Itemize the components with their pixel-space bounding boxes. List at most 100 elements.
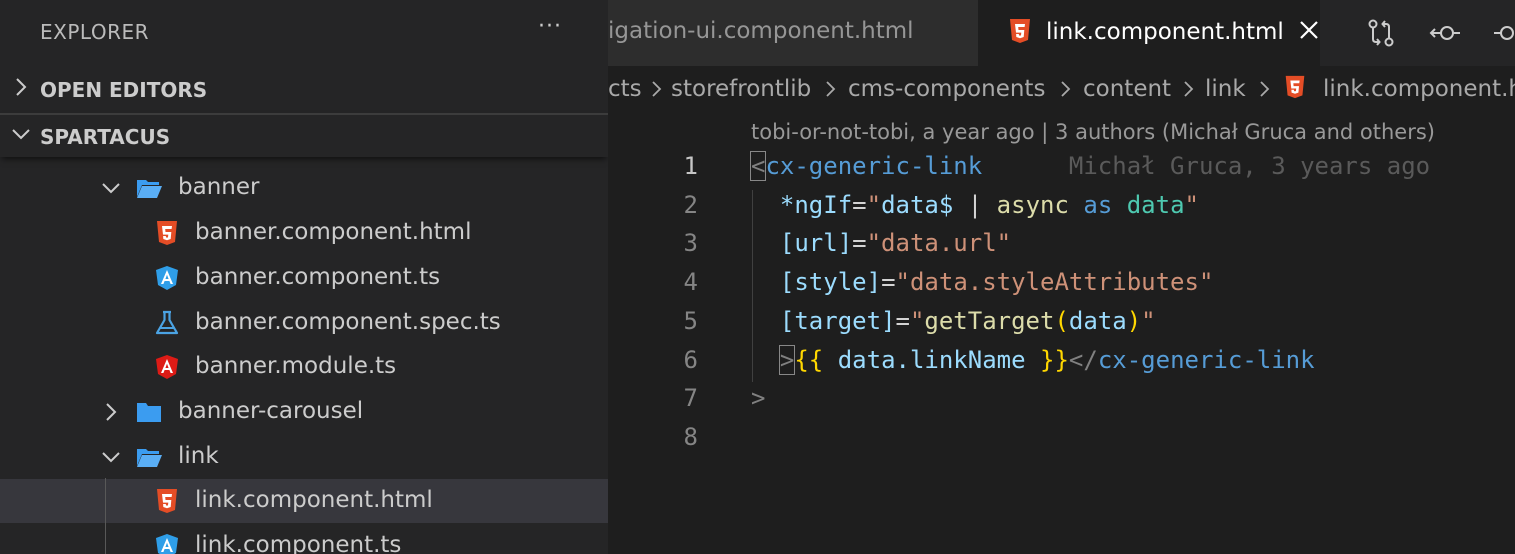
line-number: 1	[683, 152, 698, 180]
attribute-name: *ngIf	[779, 191, 853, 219]
equals: =	[852, 229, 867, 257]
chevron-right-icon	[16, 78, 27, 96]
paren: )	[1126, 307, 1142, 335]
breadcrumb-item[interactable]: cms-components	[848, 76, 1045, 102]
quote: "	[909, 307, 925, 335]
interpolation-open: {{	[794, 346, 824, 374]
breadcrumb-item[interactable]: content	[1083, 76, 1171, 102]
go-back-icon[interactable]	[1428, 16, 1462, 50]
open-editors-section[interactable]: OPEN EDITORS	[0, 68, 608, 112]
tag-name: cx-generic-link	[765, 152, 983, 180]
code-line-4[interactable]: [style]="data.styleAttributes"	[751, 268, 1214, 296]
line-number: 5	[683, 307, 698, 335]
folder-open-icon	[137, 180, 162, 198]
code-line-5[interactable]: [target]="getTarget(data)"	[751, 307, 1156, 335]
inline-blame: Michał Gruca, 3 years ago	[982, 152, 1431, 180]
tree-item-label: banner	[178, 174, 260, 200]
attribute-value: "data.styleAttributes"	[895, 268, 1214, 296]
html5-icon	[157, 489, 177, 513]
chevron-down-icon	[102, 183, 120, 194]
attribute-name: [target]	[779, 307, 896, 335]
more-actions-icon[interactable]: ···	[538, 14, 562, 39]
workspace-label: SPARTACUS	[40, 125, 171, 149]
closing-tag-bracket: </	[1068, 346, 1098, 374]
tab-link-component-html[interactable]: link.component.html	[978, 0, 1320, 66]
code-line-2[interactable]: *ngIf="data$ | async as data"	[751, 191, 1199, 219]
attribute-name: [style]	[779, 268, 882, 296]
function-name: getTarget	[924, 307, 1055, 335]
line-number: 3	[683, 229, 698, 257]
tab-label: link.component.html	[1046, 19, 1284, 45]
explorer-header: EXPLORER ···	[0, 0, 608, 64]
line-number: 4	[683, 268, 698, 296]
equals: =	[852, 191, 867, 219]
variable: data$	[881, 191, 954, 219]
tree-item-label: banner.component.spec.ts	[195, 309, 501, 335]
tab-navigation-ui-component[interactable]: igation-ui.component.html	[608, 0, 978, 66]
tag-open-bracket: <	[749, 151, 767, 181]
explorer-title: EXPLORER	[40, 20, 149, 44]
paren: (	[1054, 307, 1069, 335]
attribute-name: [url]	[779, 229, 853, 257]
tree-folder-link[interactable]: link	[0, 435, 608, 479]
tree-item-label: link	[178, 443, 219, 469]
html5-icon	[1285, 75, 1305, 99]
quote: "	[1184, 191, 1199, 219]
line-number: 6	[683, 346, 698, 374]
tree-file-banner-component-spec[interactable]: banner.component.spec.ts	[0, 301, 608, 345]
folder-icon	[137, 403, 161, 422]
interpolation-close: }}	[1040, 346, 1069, 374]
open-changes-icon[interactable]	[1364, 16, 1398, 50]
open-editors-label: OPEN EDITORS	[40, 78, 208, 102]
tree-item-label: link.component.html	[195, 487, 433, 513]
test-flask-icon	[155, 310, 179, 335]
tree-item-label: banner-carousel	[178, 398, 364, 424]
pipe: |	[953, 191, 997, 219]
equals: =	[881, 268, 896, 296]
breadcrumb-item[interactable]: storefrontlib	[671, 76, 811, 102]
tree-folder-banner-carousel[interactable]: banner-carousel	[0, 390, 608, 434]
chevron-right-icon	[106, 403, 117, 421]
attribute-value: "data.url"	[866, 229, 1012, 257]
go-forward-icon[interactable]	[1492, 16, 1515, 50]
tree-item-label: banner.component.ts	[195, 264, 441, 290]
tree-file-banner-module[interactable]: banner.module.ts	[0, 345, 608, 389]
line-number: 2	[683, 191, 698, 219]
code-line-1[interactable]: <cx-generic-link Michał Gruca, 3 years a…	[749, 151, 1431, 181]
git-blame-codelens[interactable]: tobi-or-not-tobi, a year ago | 3 authors…	[751, 120, 1435, 144]
quote: "	[866, 191, 882, 219]
tree-file-banner-component-ts[interactable]: banner.component.ts	[0, 256, 608, 300]
chevron-down-icon	[12, 129, 30, 140]
angular-component-icon	[156, 266, 178, 290]
argument: data	[1068, 307, 1127, 335]
angular-component-icon	[156, 534, 178, 554]
code-line-3[interactable]: [url]="data.url"	[751, 229, 1011, 257]
angular-module-icon	[156, 355, 178, 379]
explorer-sidebar: EXPLORER ··· OPEN EDITORS SPARTACUS bann…	[0, 0, 608, 554]
tree-file-banner-component-html[interactable]: banner.component.html	[0, 211, 608, 255]
tree-folder-banner[interactable]: banner	[0, 166, 608, 210]
workspace-section[interactable]: SPARTACUS	[0, 113, 608, 157]
folder-open-icon	[137, 449, 162, 467]
tree-file-link-component-ts[interactable]: link.component.ts	[0, 524, 608, 554]
tree-file-link-component-html[interactable]: link.component.html	[0, 479, 608, 523]
editor-pane: igation-ui.component.html link.component…	[608, 0, 1515, 554]
html5-icon	[1010, 19, 1030, 43]
quote: "	[1141, 307, 1156, 335]
tree-item-label: banner.component.html	[195, 219, 472, 245]
breadcrumb-item-current[interactable]: link.component.h	[1323, 76, 1515, 102]
chevron-right-icon	[652, 81, 662, 97]
code-line-6[interactable]: >{{ data.linkName }}</cx-generic-link	[751, 345, 1315, 375]
interpolation-expression: data.linkName	[823, 346, 1041, 374]
close-icon[interactable]	[1296, 17, 1322, 43]
chevron-right-icon	[826, 81, 836, 97]
variable: data	[1126, 191, 1185, 219]
code-line-7[interactable]: >	[751, 384, 765, 412]
breadcrumb-item[interactable]: cts	[608, 76, 642, 102]
tag-close-bracket: >	[778, 345, 796, 375]
breadcrumb-item[interactable]: link	[1205, 76, 1246, 102]
tag-close-bracket: >	[751, 384, 766, 412]
tree-item-label: link.component.ts	[195, 532, 402, 554]
